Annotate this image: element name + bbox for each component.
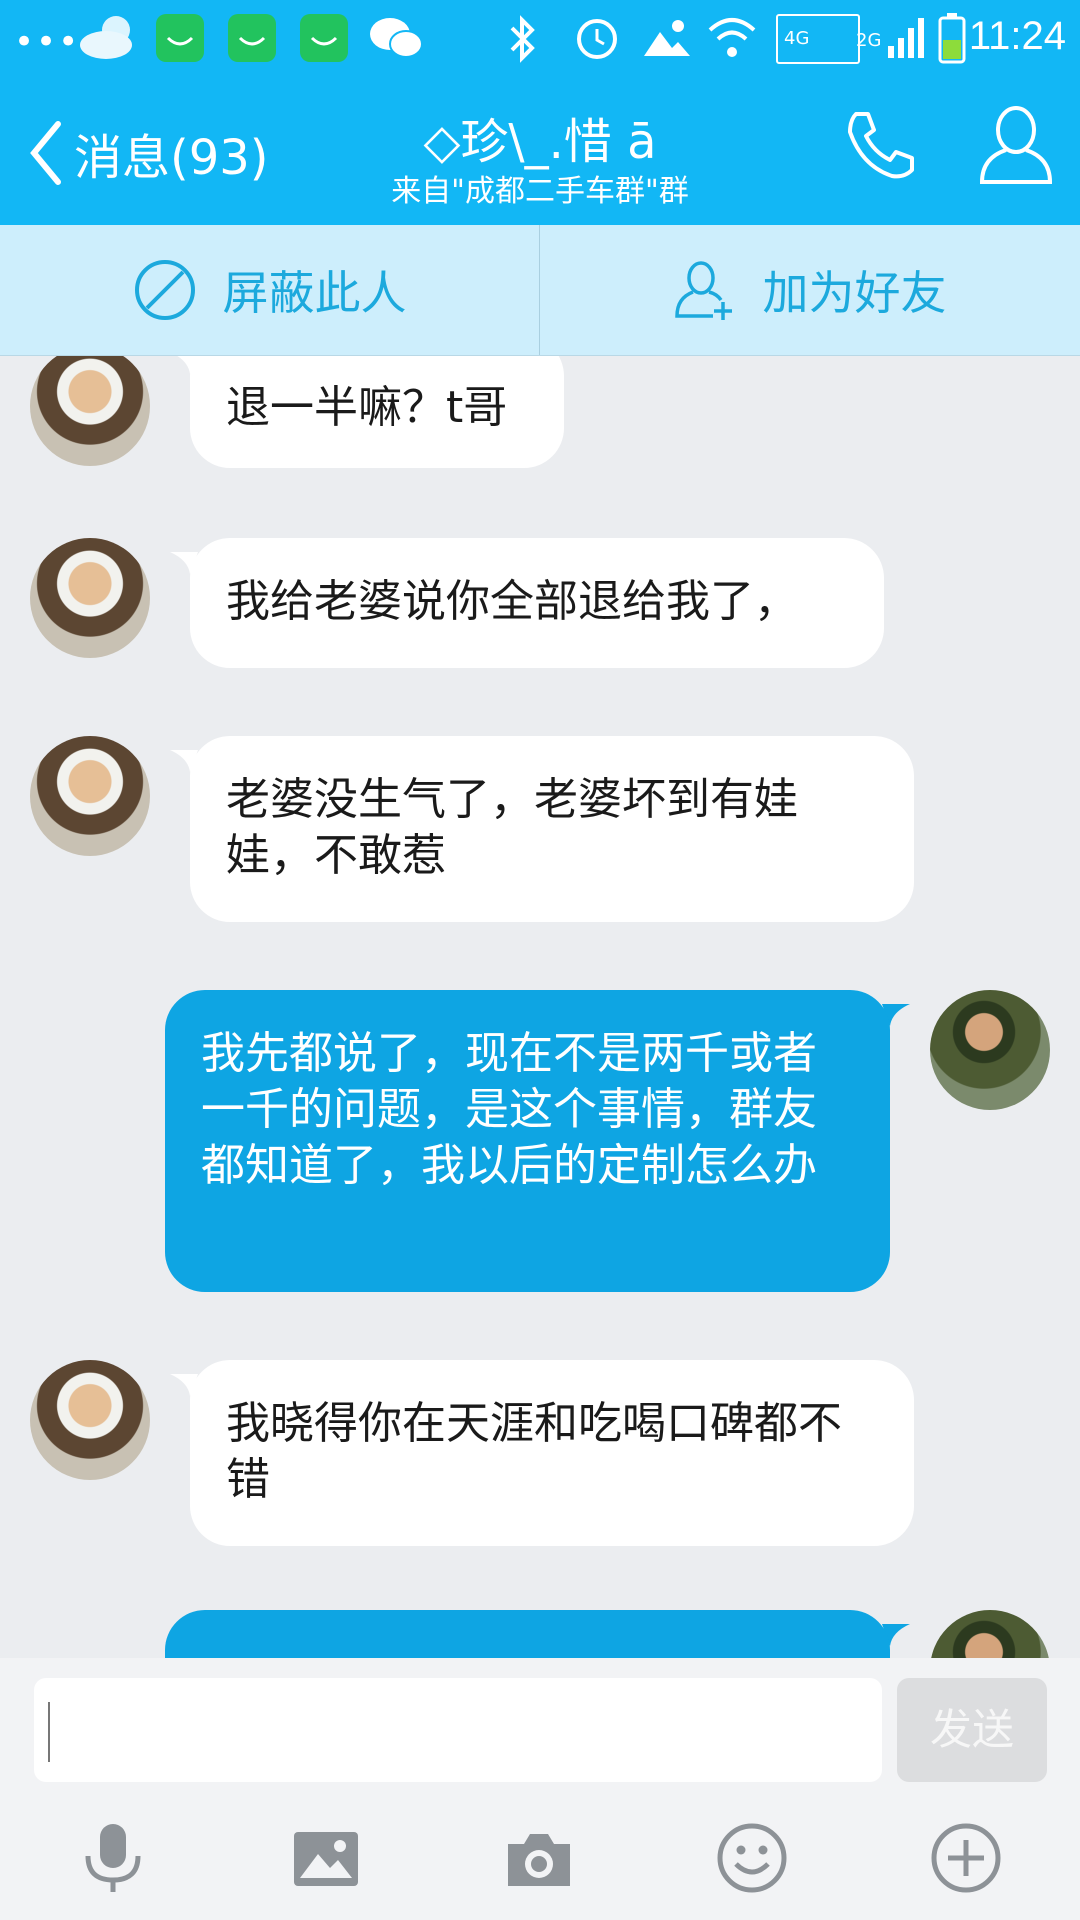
signal-2g-label: 2G	[856, 30, 882, 51]
block-icon	[134, 260, 195, 320]
add-friend-icon	[674, 261, 732, 320]
signal-icon	[888, 18, 924, 58]
wifi-icon	[708, 18, 756, 57]
profile-icon[interactable]	[978, 102, 1054, 188]
app-bag-icon	[228, 14, 276, 62]
message-bubble[interactable]	[165, 1610, 890, 1658]
text-caret	[48, 1702, 50, 1762]
message-list[interactable]: 退一半嘛？t哥 我给老婆说你全部退给我了， 老婆没生气了，老婆坏到有娃娃，不敢惹…	[0, 356, 1080, 1658]
stranger-actions-bar: 屏蔽此人 加为好友	[0, 225, 1080, 356]
emoji-icon[interactable]	[716, 1822, 788, 1894]
phone-icon[interactable]	[842, 106, 918, 182]
avatar[interactable]	[30, 736, 150, 856]
composer: 发送	[0, 1658, 1080, 1920]
message-input[interactable]	[34, 1678, 882, 1782]
microphone-icon[interactable]	[82, 1820, 144, 1896]
battery-icon	[938, 13, 966, 64]
status-bar: ••• 4G 2G 11:24	[0, 0, 1080, 80]
avatar[interactable]	[30, 1360, 150, 1480]
avatar-self[interactable]	[930, 990, 1050, 1110]
app-bag-icon	[300, 14, 348, 62]
clock: 11:24	[968, 14, 1066, 58]
add-friend-label: 加为好友	[762, 266, 947, 320]
message-bubble[interactable]: 退一半嘛？t哥	[190, 356, 564, 468]
avatar[interactable]	[30, 538, 150, 658]
bluetooth-icon	[510, 15, 535, 63]
app-bag-icon	[156, 14, 204, 62]
wechat-icon	[370, 18, 423, 58]
image-icon[interactable]	[292, 1830, 360, 1888]
message-bubble[interactable]: 我给老婆说你全部退给我了，	[190, 538, 884, 668]
chat-title: ◇珍\_.惜 ā	[423, 114, 657, 170]
avatar-self[interactable]	[930, 1610, 1050, 1658]
message-bubble[interactable]: 我先都说了，现在不是两千或者一千的问题，是这个事情，群友都知道了，我以后的定制怎…	[165, 990, 890, 1292]
chat-subtitle: 来自"成都二手车群"群	[391, 174, 689, 209]
message-bubble[interactable]: 老婆没生气了，老婆坏到有娃娃，不敢惹	[190, 736, 914, 922]
block-user-button[interactable]: 屏蔽此人	[0, 225, 539, 355]
send-button[interactable]: 发送	[897, 1678, 1047, 1782]
avatar[interactable]	[30, 356, 150, 466]
plus-icon[interactable]	[930, 1822, 1002, 1894]
chat-header: 消息(93) ◇珍\_.惜 ā 来自"成都二手车群"群	[0, 80, 1080, 225]
add-friend-button[interactable]: 加为好友	[540, 225, 1079, 355]
weather-cloud-icon	[80, 16, 132, 59]
camera-icon[interactable]	[504, 1828, 574, 1890]
more-dots-icon: •••	[14, 22, 81, 62]
photo-icon	[644, 20, 690, 56]
signal-4g-indicator: 4G	[776, 14, 860, 64]
alarm-icon	[577, 19, 617, 59]
message-bubble[interactable]: 我晓得你在天涯和吃喝口碑都不错	[190, 1360, 914, 1546]
block-user-label: 屏蔽此人	[222, 266, 407, 320]
